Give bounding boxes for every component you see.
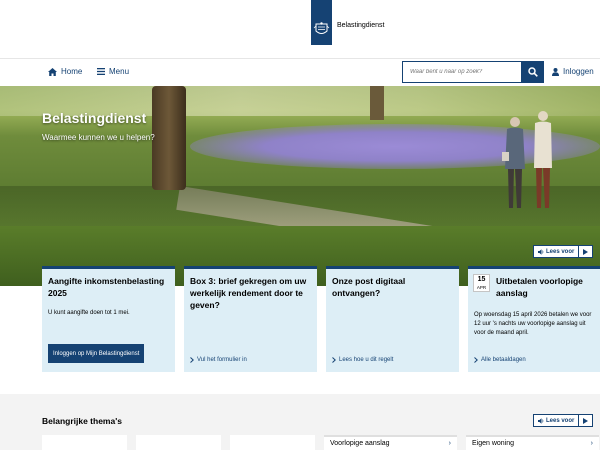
chevron-right-icon xyxy=(332,357,336,363)
nav-home-label: Home xyxy=(61,67,83,76)
card-title: Onze post digitaal ontvangen? xyxy=(332,276,406,298)
card-text: Op woensdag 15 april 2026 betalen we voo… xyxy=(474,312,592,336)
read-aloud-button[interactable]: Lees voor xyxy=(533,245,594,258)
themes-section: Belangrijke thema's Lees voor Voorlopige… xyxy=(0,394,600,450)
card-link[interactable]: Alle betaaldagen xyxy=(474,357,526,363)
themes-title: Belangrijke thema's xyxy=(42,416,122,426)
card-text: U kunt aangifte doen tot 1 mei. xyxy=(48,310,130,316)
card-voorlopige-aanslag: 15 APR Uitbetalen voorlopige aanslag Op … xyxy=(468,266,600,372)
walking-person-image xyxy=(534,111,552,208)
nav-menu-button[interactable]: Menu xyxy=(97,67,129,76)
coat-of-arms-icon xyxy=(313,22,330,34)
card-aangifte: Aangifte inkomstenbelasting 2025 U kunt … xyxy=(42,266,175,372)
menu-icon xyxy=(97,68,105,75)
login-link[interactable]: Inloggen xyxy=(552,67,594,76)
card-title: Uitbetalen voorlopige aanslag xyxy=(496,276,583,298)
search-icon xyxy=(528,67,538,77)
theme-tile[interactable] xyxy=(42,435,127,450)
card-post-digitaal: Onze post digitaal ontvangen? Lees hoe u… xyxy=(326,266,459,372)
card-title: Aangifte inkomstenbelasting 2025 xyxy=(48,276,165,298)
card-title: Box 3: brief gekregen om uw werkelijk re… xyxy=(190,276,307,310)
date-month: APR xyxy=(476,285,487,290)
chevron-right-icon xyxy=(190,357,194,363)
walking-person-image xyxy=(502,117,525,208)
tree-trunk xyxy=(152,86,186,190)
login-label: Inloggen xyxy=(563,67,594,76)
chevron-right-icon: › xyxy=(590,440,593,447)
card-link[interactable]: Vul het formulier in xyxy=(190,357,247,363)
hero-subtitle: Waarmee kunnen we u helpen? xyxy=(42,133,155,142)
read-aloud-label: Lees voor xyxy=(546,248,575,255)
card-link[interactable]: Lees hoe u dit regelt xyxy=(332,357,393,363)
read-aloud-button[interactable]: Lees voor xyxy=(533,414,594,427)
search-button[interactable] xyxy=(522,61,544,83)
login-mijn-belastingdienst-button[interactable]: Inloggen op Mijn Belastingdienst xyxy=(48,344,145,363)
main-navigation: Home Menu Inloggen xyxy=(0,58,600,86)
date-badge: 15 APR xyxy=(473,274,490,292)
speaker-icon xyxy=(538,248,544,255)
theme-link-voorlopige-aanslag[interactable]: Voorlopige aanslag › xyxy=(324,435,457,450)
date-day: 15 xyxy=(477,276,486,283)
nav-menu-label: Menu xyxy=(109,67,130,76)
play-icon xyxy=(583,248,589,255)
logo-text: Belastingdienst xyxy=(337,22,385,29)
chevron-right-icon: › xyxy=(448,440,451,447)
theme-tile[interactable] xyxy=(230,435,315,450)
home-icon xyxy=(48,67,57,76)
rijksoverheid-logo[interactable] xyxy=(311,0,332,45)
read-aloud-label: Lees voor xyxy=(546,417,575,424)
play-icon xyxy=(583,417,589,424)
user-icon xyxy=(552,67,559,76)
theme-tile[interactable] xyxy=(136,435,221,450)
search-input[interactable] xyxy=(402,61,522,83)
site-header: Belastingdienst xyxy=(0,0,600,58)
nav-home-link[interactable]: Home xyxy=(48,67,82,76)
speaker-icon xyxy=(538,417,544,424)
chevron-right-icon xyxy=(474,357,478,363)
hero-banner: Belastingdienst Waarmee kunnen we u help… xyxy=(0,86,600,286)
theme-link-eigen-woning[interactable]: Eigen woning › xyxy=(466,435,599,450)
card-box3: Box 3: brief gekregen om uw werkelijk re… xyxy=(184,266,317,372)
hero-title: Belastingdienst xyxy=(42,110,147,126)
